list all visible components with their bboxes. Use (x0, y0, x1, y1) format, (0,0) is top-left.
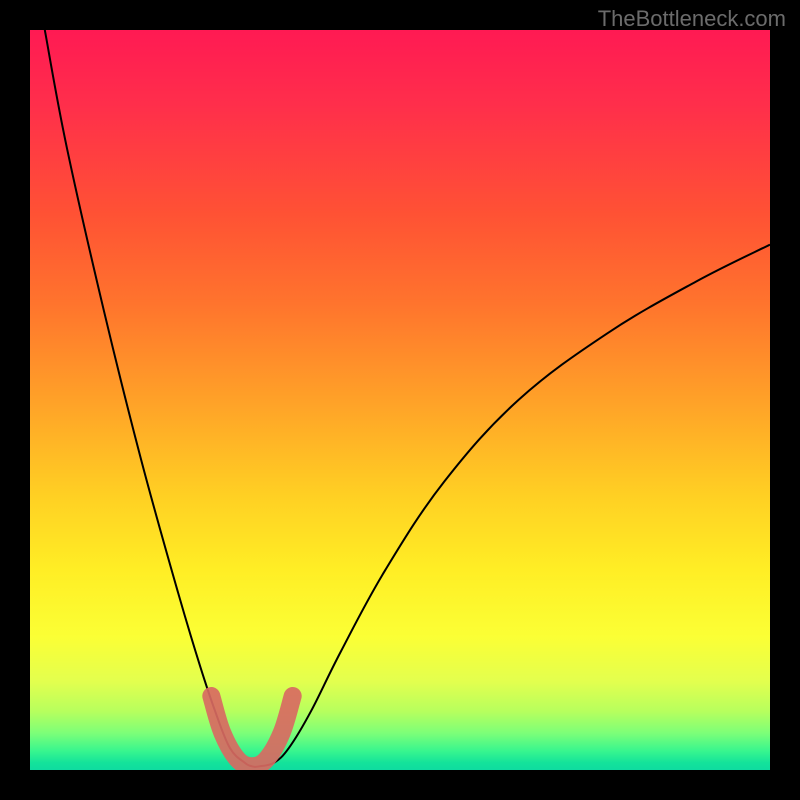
optimal-range-marker (211, 696, 292, 766)
chart-stage: TheBottleneck.com (0, 0, 800, 800)
bottleneck-curve (45, 30, 770, 767)
watermark-text: TheBottleneck.com (598, 6, 786, 32)
plot-area (30, 30, 770, 770)
curve-svg (30, 30, 770, 770)
